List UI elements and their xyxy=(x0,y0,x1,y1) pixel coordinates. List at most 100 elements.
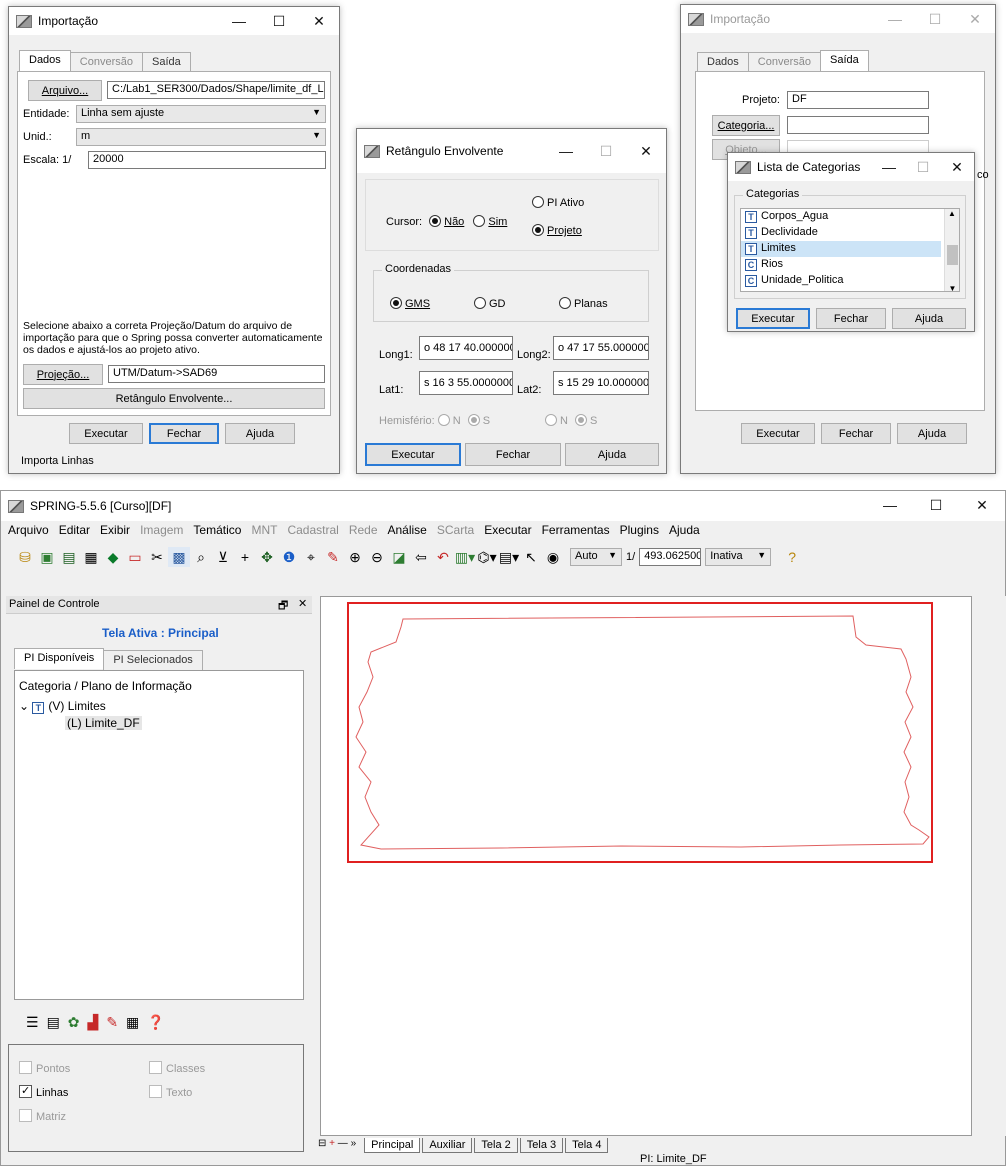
executar-button[interactable]: Executar xyxy=(69,423,143,444)
maximize-icon[interactable]: ☐ xyxy=(915,5,955,33)
long2-field[interactable]: o 47 17 55.000000 xyxy=(553,336,649,360)
maximize-icon[interactable]: ☐ xyxy=(586,129,626,173)
layer-icon[interactable]: ▩ xyxy=(168,547,190,567)
minimize-icon[interactable]: — xyxy=(219,7,259,35)
import-dados-titlebar[interactable]: Importação — ☐ ✕ xyxy=(9,7,339,35)
spring-titlebar[interactable]: SPRING-5.5.6 [Curso][DF] — ☐ ✕ xyxy=(1,491,1005,521)
tab-dados[interactable]: Dados xyxy=(19,50,71,71)
import-saida-titlebar[interactable]: Importação — ☐ ✕ xyxy=(681,5,995,33)
tab-saida[interactable]: Saída xyxy=(142,52,191,73)
menu-imagem[interactable]: Imagem xyxy=(140,523,183,537)
zoom-area-icon[interactable]: ◪ xyxy=(388,547,410,567)
close-icon[interactable]: ✕ xyxy=(959,491,1005,519)
fechar-button[interactable]: Fechar xyxy=(149,423,219,444)
projeto-field[interactable]: DF xyxy=(787,91,929,109)
menu-ajuda[interactable]: Ajuda xyxy=(669,523,700,537)
menu-editar[interactable]: Editar xyxy=(59,523,90,537)
projecao-button[interactable]: Projeção... xyxy=(23,364,103,385)
menu-plugins[interactable]: Plugins xyxy=(620,523,659,537)
close-icon[interactable]: ✕ xyxy=(940,153,974,181)
ajuda-button[interactable]: Ajuda xyxy=(892,308,966,329)
categorias-list[interactable]: T Corpos_Agua T Declividade T Limites C Rios… xyxy=(740,208,960,292)
tree-category-limites[interactable]: ⌄ T (V) Limites xyxy=(19,699,106,714)
radio-nao[interactable]: Não xyxy=(429,215,464,228)
pan-icon[interactable]: ✥ xyxy=(256,547,278,567)
escala-field[interactable]: 20000 xyxy=(88,151,326,169)
scrollbar[interactable]: ▲ ▼ xyxy=(944,209,959,291)
window-icon[interactable]: ▭ xyxy=(124,547,146,567)
tab-saida[interactable]: Saída xyxy=(820,50,869,71)
menu-executar[interactable]: Executar xyxy=(484,523,531,537)
tab-nav-icons[interactable]: ⊟ + — » xyxy=(318,1138,356,1149)
menu-rede[interactable]: Rede xyxy=(349,523,378,537)
list-item[interactable]: C Rios xyxy=(741,257,959,273)
tab-principal[interactable]: Principal xyxy=(364,1138,421,1153)
menu-mnt[interactable]: MNT xyxy=(251,523,277,537)
map-canvas[interactable] xyxy=(320,596,972,1136)
grid-icon[interactable]: ▦ xyxy=(80,547,102,567)
ajuda-button[interactable]: Ajuda xyxy=(565,443,659,466)
fechar-button[interactable]: Fechar xyxy=(465,443,561,466)
retangulo-envolvente-button[interactable]: Retângulo Envolvente... xyxy=(23,388,325,409)
unid-select[interactable]: m ▼ xyxy=(76,128,326,146)
fechar-button[interactable]: Fechar xyxy=(816,308,886,329)
tree-pi-limite-df[interactable]: (L) Limite_DF xyxy=(65,716,142,730)
check-linhas[interactable]: Linhas xyxy=(19,1084,68,1099)
category-icon[interactable]: ▤ xyxy=(58,547,80,567)
project-icon[interactable]: ▣ xyxy=(36,547,58,567)
tab-pi-disponiveis[interactable]: PI Disponíveis xyxy=(14,648,105,669)
maximize-icon[interactable]: ☐ xyxy=(913,491,959,519)
minimize-icon[interactable]: — xyxy=(872,153,906,181)
check-texto[interactable]: Texto xyxy=(149,1085,192,1099)
menu-arquivo[interactable]: Arquivo xyxy=(8,523,49,537)
table-icon[interactable]: ▤▾ xyxy=(498,547,520,567)
zoom-in-icon[interactable]: ⊕ xyxy=(344,547,366,567)
table-icon[interactable]: ▦ xyxy=(126,1014,139,1031)
minimize-icon[interactable]: — xyxy=(546,129,586,173)
state-select[interactable]: Inativa ▼ xyxy=(705,548,772,566)
float-icon[interactable]: 🗗 xyxy=(278,597,288,616)
fechar-button[interactable]: Fechar xyxy=(821,423,891,444)
palette-icon[interactable]: ▥▾ xyxy=(454,547,476,567)
zoom-out-icon[interactable]: ⊖ xyxy=(366,547,388,567)
back-icon[interactable]: ⇦ xyxy=(410,547,432,567)
ajuda-button[interactable]: Ajuda xyxy=(225,423,295,444)
info-icon[interactable]: ❶ xyxy=(278,547,300,567)
edit-icon[interactable]: ✎ xyxy=(106,1014,118,1031)
check-matriz[interactable]: Matriz xyxy=(19,1109,66,1123)
categoria-field[interactable] xyxy=(787,116,929,134)
projecao-field[interactable]: UTM/Datum->SAD69 xyxy=(108,365,325,383)
radio-gms[interactable]: GMS xyxy=(390,297,430,310)
minimize-icon[interactable]: — xyxy=(867,491,913,519)
close-icon[interactable]: ✕ xyxy=(626,129,666,173)
list-item[interactable]: C Unidade_Politica xyxy=(741,273,959,289)
draw-icon[interactable]: ◆ xyxy=(102,547,124,567)
list-icon[interactable]: ☰ xyxy=(26,1014,39,1031)
tab-dados[interactable]: Dados xyxy=(697,52,749,73)
minimize-icon[interactable]: — xyxy=(875,5,915,33)
chart-icon[interactable]: ▟ xyxy=(88,1014,99,1031)
tab-conversao[interactable]: Conversão xyxy=(747,52,821,73)
color-icon[interactable]: ◉ xyxy=(542,547,564,567)
close-icon[interactable]: ✕ xyxy=(299,7,339,35)
executar-button[interactable]: Executar xyxy=(736,308,810,329)
help-icon[interactable]: ? xyxy=(781,547,803,567)
tab-pi-selecionados[interactable]: PI Selecionados xyxy=(103,650,203,671)
maximize-icon[interactable]: ☐ xyxy=(259,7,299,35)
select-icon[interactable]: ⌖ xyxy=(300,547,322,567)
menu-tematico[interactable]: Temático xyxy=(193,523,241,537)
tab-tela-2[interactable]: Tela 2 xyxy=(474,1138,518,1153)
zoom-icon[interactable]: ⌕ xyxy=(190,547,212,567)
list-item-selected[interactable]: T Limites xyxy=(741,241,941,257)
anchor-icon[interactable]: ⊻ xyxy=(212,547,234,567)
undo-icon[interactable]: ↶ xyxy=(432,547,454,567)
radio-gd[interactable]: GD xyxy=(474,297,506,310)
plus-icon[interactable]: + xyxy=(234,547,256,567)
database-icon[interactable]: ⛁ xyxy=(14,547,36,567)
long1-field[interactable]: o 48 17 40.000000 xyxy=(419,336,513,360)
menu-ferramentas[interactable]: Ferramentas xyxy=(542,523,610,537)
lista-titlebar[interactable]: Lista de Categorias — ☐ ✕ xyxy=(728,153,974,181)
retangulo-titlebar[interactable]: Retângulo Envolvente — ☐ ✕ xyxy=(357,129,666,173)
tab-conversao[interactable]: Conversão xyxy=(69,52,143,73)
radio-planas[interactable]: Planas xyxy=(559,297,608,310)
